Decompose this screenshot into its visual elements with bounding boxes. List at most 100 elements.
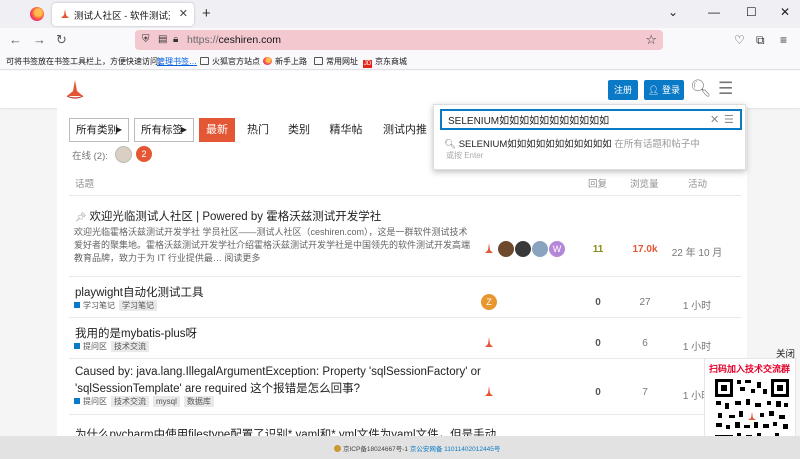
search-options-icon[interactable]: ☰ — [724, 113, 734, 126]
column-views[interactable]: 浏览量 — [630, 176, 659, 190]
site-header: 注册 👤︎ 登录 🔍︎ ☰ — [0, 71, 800, 108]
url-bar[interactable]: ⛨ ▤ 🔒︎ https://ceshiren.com ☆ — [135, 30, 663, 50]
list-tabs-icon[interactable]: ⌄ — [668, 5, 678, 19]
avatar[interactable] — [481, 241, 497, 257]
avatar[interactable] — [515, 241, 531, 257]
tab-close-icon[interactable]: ✕ — [179, 7, 188, 20]
tab-title: 测试人社区 - 软件测试开发爱好者的交流社区 — [74, 11, 170, 22]
view-count: 7 — [642, 387, 648, 398]
avatar[interactable] — [481, 335, 497, 351]
police-label[interactable]: 京公安网备 — [410, 446, 443, 453]
column-activity[interactable]: 活动 — [688, 176, 707, 190]
tag-link[interactable]: 技术交流 — [111, 396, 149, 407]
folder-icon — [200, 57, 209, 65]
firefox-view-icon[interactable] — [30, 7, 44, 21]
hamburger-menu-icon[interactable]: ☰ — [718, 79, 733, 99]
tag-link[interactable]: 技术交流 — [111, 341, 149, 352]
column-replies[interactable]: 回复 — [588, 176, 607, 190]
search-icon: 🔍︎ — [444, 139, 459, 150]
category-square-icon — [74, 343, 80, 349]
divider — [69, 195, 741, 196]
category-link[interactable]: 学习笔记 — [83, 301, 115, 310]
user-icon: 👤︎ — [648, 85, 662, 95]
lock-icon[interactable]: 🔒︎ — [173, 34, 178, 45]
topic-title-link[interactable]: 我用的是mybatis-plus呀 — [75, 325, 197, 341]
icp-link[interactable]: 京ICP备18024667号-1 — [343, 446, 408, 453]
firefox-icon — [263, 57, 272, 65]
category-dropdown[interactable]: 所有类别 ▶ — [69, 118, 129, 142]
avatar[interactable] — [532, 241, 548, 257]
police-badge-icon — [334, 445, 341, 452]
window-close-icon[interactable]: ✕ — [780, 5, 790, 19]
maximize-icon[interactable]: ☐ — [746, 5, 757, 19]
online-label: 在线 (2): — [72, 151, 108, 162]
search-icon[interactable]: 🔍︎ — [690, 79, 712, 99]
topic-title-link[interactable]: Caused by: java.lang.IllegalArgumentExce… — [75, 366, 481, 378]
topic-title-link[interactable]: 'sqlSessionTemplate' are required 这个报错是怎… — [75, 380, 360, 396]
nav-featured[interactable]: 精华帖 — [323, 118, 369, 142]
bookmark-getting-started[interactable]: 新手上路 — [263, 56, 307, 67]
qr-label: 扫码加入技术交流群 — [709, 364, 791, 374]
tag-link[interactable]: 数据库 — [183, 396, 214, 407]
category-link[interactable]: 提问区 — [83, 342, 107, 351]
police-number-link[interactable]: 11011402012445号 — [444, 446, 500, 453]
minimize-icon[interactable]: — — [708, 5, 720, 19]
reply-count: 0 — [595, 338, 601, 349]
extensions-icon[interactable]: ⧉ — [756, 33, 765, 48]
bookmark-jd[interactable]: JD 京东商城 — [363, 56, 407, 68]
divider — [69, 358, 741, 359]
permissions-icon[interactable]: ▤ — [158, 34, 167, 45]
avatar[interactable]: W — [549, 241, 565, 257]
bookmark-star-icon[interactable]: ☆ — [645, 32, 657, 48]
manage-bookmarks-link[interactable]: 管理书签… — [157, 56, 197, 67]
column-topic: 话题 — [75, 179, 95, 190]
new-tab-icon[interactable]: + — [202, 5, 211, 22]
register-button[interactable]: 注册 — [608, 80, 638, 100]
bookmarks-tip: 可将书签放在书签工具栏上，方便快速访问。 — [6, 57, 166, 66]
topic-tags: 提问区 技术交流 — [74, 341, 149, 352]
menu-icon[interactable]: ≡ — [780, 33, 787, 47]
enter-hint: 或按 Enter — [446, 151, 484, 160]
nav-categories[interactable]: 类别 — [281, 118, 317, 142]
activity-time[interactable]: 1 小时 — [667, 338, 727, 353]
activity-time[interactable]: 22 年 10 月 — [667, 244, 727, 259]
topic-title-link[interactable]: 📌︎ 欢迎光临测试人社区 | Powered by 霍格沃兹测试开发学社 — [75, 208, 381, 224]
nav-hot[interactable]: 热门 — [241, 118, 275, 142]
nav-referrals[interactable]: 测试内推 — [375, 118, 435, 142]
tag-link[interactable]: mysql — [153, 396, 180, 407]
folder-icon — [314, 57, 323, 65]
ceshiren-logo[interactable] — [58, 79, 94, 105]
online-count-badge[interactable]: 2 — [136, 146, 152, 162]
avatar[interactable] — [481, 384, 497, 400]
tag-dropdown[interactable]: 所有标签 ▶ — [134, 118, 194, 142]
reload-icon[interactable]: ↻ — [56, 32, 67, 48]
search-menu: ✕ ☰ 🔍︎ SELENIUM如如如如如如如如如如如 在所有话题和帖子中 或按 … — [433, 104, 746, 170]
back-icon[interactable]: ← — [9, 32, 22, 47]
bookmark-common-sites[interactable]: 常用网址 — [314, 56, 358, 67]
online-user-avatar[interactable] — [115, 146, 132, 163]
tracking-protection-icon[interactable]: ⛨ — [142, 34, 150, 45]
avatar[interactable]: Z — [481, 294, 497, 310]
category-square-icon — [74, 398, 80, 404]
pocket-icon[interactable]: ♡ — [734, 33, 745, 47]
reply-count: 0 — [595, 297, 601, 308]
bookmark-firefox-site[interactable]: 火狐官方站点 — [200, 56, 260, 67]
url-text[interactable]: https://ceshiren.com — [187, 34, 281, 46]
avatar[interactable] — [498, 241, 514, 257]
browser-tab-active[interactable]: 测试人社区 - 软件测试开发爱好者的交流社区 ✕ — [52, 3, 194, 26]
topic-title-link[interactable]: playwight自动化测试工具 — [75, 284, 203, 300]
topic-excerpt[interactable]: 欢迎光临霍格沃兹测试开发学社 学员社区——测试人社区（ceshiren.com）… — [74, 226, 474, 265]
tag-link[interactable]: 学习笔记 — [119, 300, 157, 311]
nav-latest[interactable]: 最新 — [199, 118, 235, 142]
view-count: 17.0k — [632, 244, 658, 255]
topic-tags: 提问区 技术交流 mysql 数据库 — [74, 396, 214, 407]
search-input[interactable] — [440, 109, 742, 130]
activity-time[interactable]: 1 小时 — [667, 297, 727, 312]
divider — [69, 276, 741, 277]
clear-search-icon[interactable]: ✕ — [710, 113, 719, 126]
login-button[interactable]: 👤︎ 登录 — [644, 80, 684, 100]
topic-tags: 学习笔记 学习笔记 — [74, 300, 157, 311]
category-link[interactable]: 提问区 — [83, 397, 107, 406]
forward-icon[interactable]: → — [33, 32, 46, 47]
search-suggestion[interactable]: 🔍︎ SELENIUM如如如如如如如如如如如 在所有话题和帖子中 — [444, 136, 700, 150]
